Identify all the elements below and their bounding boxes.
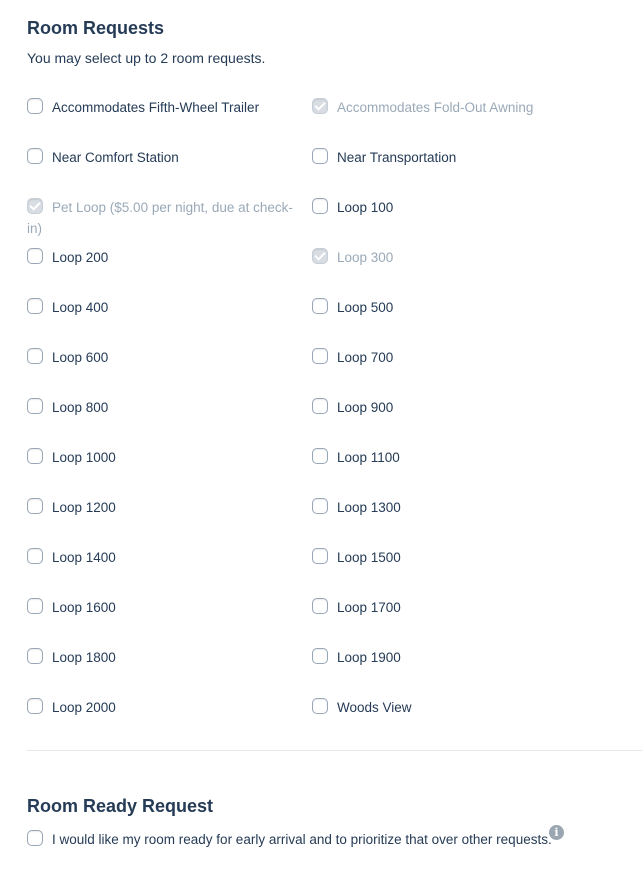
room-request-option[interactable]: Loop 200 <box>27 247 297 268</box>
checkbox[interactable] <box>27 398 43 414</box>
checkbox-checked <box>312 248 328 264</box>
room-request-option-label: Loop 300 <box>337 250 394 265</box>
room-request-option-label: Loop 1000 <box>52 450 116 465</box>
info-circle-icon[interactable]: i <box>549 825 564 840</box>
room-request-option[interactable]: Loop 1000 <box>27 447 297 468</box>
room-request-option: Pet Loop ($5.00 per night, due at check-… <box>27 197 297 239</box>
room-request-option[interactable]: Loop 1500 <box>312 547 582 568</box>
room-request-option[interactable]: Near Comfort Station <box>27 147 297 168</box>
checkbox[interactable] <box>27 348 43 364</box>
checkbox[interactable] <box>312 298 328 314</box>
room-request-option[interactable]: Loop 100 <box>312 197 582 218</box>
room-request-option-label: Loop 2000 <box>52 700 116 715</box>
room-requests-subtitle: You may select up to 2 room requests. <box>27 50 266 66</box>
room-request-option[interactable]: Loop 1400 <box>27 547 297 568</box>
checkbox[interactable] <box>312 348 328 364</box>
checkbox[interactable] <box>27 298 43 314</box>
room-request-option-label: Accommodates Fold-Out Awning <box>337 100 534 115</box>
checkbox[interactable] <box>312 698 328 714</box>
room-request-option: Loop 300 <box>312 247 582 268</box>
room-request-option[interactable]: Loop 1100 <box>312 447 582 468</box>
checkbox[interactable] <box>312 548 328 564</box>
room-request-option-label: Pet Loop ($5.00 per night, due at check-… <box>27 200 293 236</box>
checkbox-checked <box>27 198 43 214</box>
room-request-option[interactable]: Loop 1700 <box>312 597 582 618</box>
checkbox-checked <box>312 98 328 114</box>
checkbox[interactable] <box>312 648 328 664</box>
room-request-option-label: Near Transportation <box>337 150 457 165</box>
room-request-option[interactable]: Loop 500 <box>312 297 582 318</box>
room-request-option-label: Loop 1100 <box>337 450 400 465</box>
room-request-option-label: Loop 1800 <box>52 650 116 665</box>
room-request-option[interactable]: Accommodates Fifth-Wheel Trailer <box>27 97 297 118</box>
checkbox[interactable] <box>312 148 328 164</box>
room-request-option-label: Loop 700 <box>337 350 394 365</box>
room-request-option-label: Loop 1700 <box>337 600 401 615</box>
room-request-option[interactable]: Loop 1800 <box>27 647 297 668</box>
room-request-option-label: Loop 1200 <box>52 500 116 515</box>
checkbox[interactable] <box>27 698 43 714</box>
room-request-option: Accommodates Fold-Out Awning <box>312 97 582 118</box>
room-ready-checkbox[interactable] <box>27 830 43 846</box>
room-request-option-label: Loop 200 <box>52 250 109 265</box>
room-request-option-label: Loop 600 <box>52 350 109 365</box>
checkbox[interactable] <box>27 598 43 614</box>
room-request-option[interactable]: Loop 1200 <box>27 497 297 518</box>
room-request-option[interactable]: Loop 2000 <box>27 697 297 718</box>
room-request-option[interactable]: Loop 400 <box>27 297 297 318</box>
checkbox[interactable] <box>27 148 43 164</box>
checkbox[interactable] <box>312 398 328 414</box>
room-request-option-label: Loop 100 <box>337 200 394 215</box>
checkbox[interactable] <box>27 98 43 114</box>
room-request-option-label: Loop 1600 <box>52 600 116 615</box>
room-request-option-label: Woods View <box>337 700 412 715</box>
room-request-option-label: Loop 1400 <box>52 550 116 565</box>
room-request-option[interactable]: Woods View <box>312 697 582 718</box>
checkbox[interactable] <box>312 598 328 614</box>
checkbox[interactable] <box>27 648 43 664</box>
room-request-option-label: Loop 500 <box>337 300 394 315</box>
checkbox[interactable] <box>312 448 328 464</box>
checkbox[interactable] <box>312 498 328 514</box>
room-request-option-label: Loop 1900 <box>337 650 401 665</box>
room-request-option-label: Near Comfort Station <box>52 150 179 165</box>
room-request-option-label: Loop 1500 <box>337 550 401 565</box>
room-request-option-label: Accommodates Fifth-Wheel Trailer <box>52 100 260 115</box>
room-request-option[interactable]: Loop 1900 <box>312 647 582 668</box>
room-ready-title: Room Ready Request <box>27 796 214 816</box>
room-ready-checkbox-label: I would like my room ready for early arr… <box>52 832 552 847</box>
room-request-option[interactable]: Loop 600 <box>27 347 297 368</box>
room-request-option[interactable]: Near Transportation <box>312 147 582 168</box>
room-request-option[interactable]: Loop 1600 <box>27 597 297 618</box>
room-requests-title: Room Requests <box>27 18 165 38</box>
room-request-option[interactable]: Loop 900 <box>312 397 582 418</box>
room-request-option[interactable]: Loop 800 <box>27 397 297 418</box>
checkbox[interactable] <box>312 198 328 214</box>
checkbox[interactable] <box>27 498 43 514</box>
checkbox[interactable] <box>27 448 43 464</box>
room-request-option-label: Loop 900 <box>337 400 394 415</box>
room-request-option[interactable]: Loop 1300 <box>312 497 582 518</box>
room-request-option-label: Loop 800 <box>52 400 109 415</box>
checkbox[interactable] <box>27 248 43 264</box>
room-request-option-label: Loop 400 <box>52 300 109 315</box>
room-request-option[interactable]: Loop 700 <box>312 347 582 368</box>
checkbox[interactable] <box>27 548 43 564</box>
room-ready-row: I would like my room ready for early arr… <box>27 829 627 850</box>
room-request-option-label: Loop 1300 <box>337 500 401 515</box>
room-ready-checkbox-option[interactable]: I would like my room ready for early arr… <box>27 829 552 850</box>
section-divider <box>27 750 642 751</box>
